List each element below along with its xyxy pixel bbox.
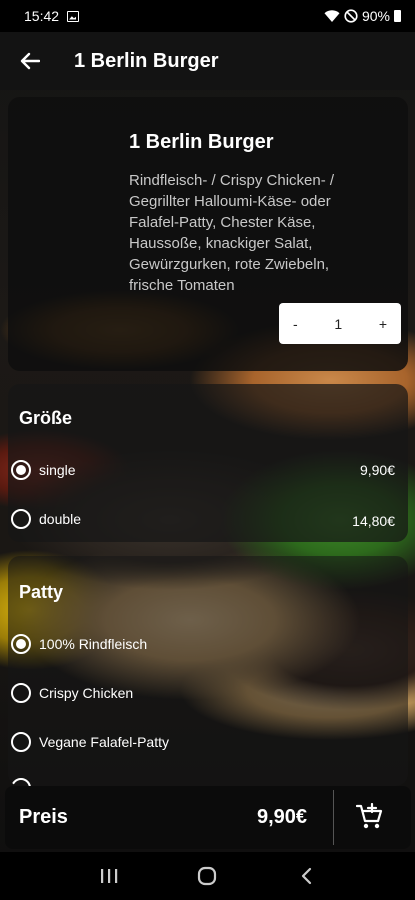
radio-unselected-icon[interactable] [11, 509, 31, 529]
option-label: Vegane Falafel-Patty [39, 734, 169, 750]
size-option-double[interactable]: double 14,80€ [11, 504, 403, 534]
price-label: Preis [19, 806, 68, 828]
price-bar: Preis 9,90€ [5, 786, 411, 849]
recent-apps-icon[interactable] [89, 856, 129, 896]
size-section-title: Größe [19, 408, 73, 428]
app-bar: 1 Berlin Burger [0, 32, 415, 90]
page-title: 1 Berlin Burger [74, 49, 219, 72]
patty-section: Patty 100% Rindfleisch Crispy Chicken Ve… [8, 556, 408, 786]
divider [333, 790, 334, 845]
product-description: Rindfleisch- / Crispy Chicken- / Gegrill… [129, 172, 335, 294]
home-icon[interactable] [187, 856, 227, 896]
arrow-left-icon[interactable] [18, 49, 42, 73]
do-not-disturb-icon [344, 9, 358, 23]
wifi-icon [324, 10, 340, 22]
option-label: Crispy Chicken [39, 685, 134, 701]
quantity-stepper: - 1 + [279, 303, 401, 344]
option-price: 14,80€ [352, 513, 395, 529]
battery-icon [394, 10, 401, 22]
patty-option-beef[interactable]: 100% Rindfleisch [11, 629, 403, 659]
product-title: 1 Berlin Burger [129, 131, 274, 153]
increase-quantity-button[interactable]: + [379, 316, 387, 332]
status-time: 15:42 [24, 8, 60, 24]
radio-unselected-icon[interactable] [11, 732, 31, 752]
radio-selected-icon[interactable] [11, 460, 31, 480]
option-label: single [39, 462, 76, 478]
patty-option-falafel[interactable]: Vegane Falafel-Patty [11, 727, 403, 757]
size-section: Größe single 9,90€ double 14,80€ [8, 384, 408, 542]
gallery-notification-icon [67, 10, 80, 22]
option-price: 9,90€ [359, 462, 395, 478]
option-label: 100% Rindfleisch [39, 636, 148, 652]
patty-section-title: Patty [19, 582, 64, 602]
status-bar: 15:42 90% [0, 0, 415, 32]
radio-unselected-icon[interactable] [11, 778, 31, 786]
size-option-single[interactable]: single 9,90€ [11, 455, 403, 485]
patty-option-next-partial[interactable] [11, 773, 403, 786]
quantity-value: 1 [334, 315, 343, 332]
chevron-left-icon[interactable] [286, 856, 326, 896]
price-value: 9,90€ [257, 806, 308, 828]
add-to-cart-icon[interactable] [356, 803, 384, 831]
decrease-quantity-button[interactable]: - [293, 316, 298, 332]
battery-percent: 90% [361, 8, 390, 24]
patty-option-chicken[interactable]: Crispy Chicken [11, 678, 403, 708]
radio-unselected-icon[interactable] [11, 683, 31, 703]
system-nav-bar [0, 852, 415, 900]
product-card: 1 Berlin Burger Rindfleisch- / Crispy Ch… [8, 97, 408, 371]
option-label: double [39, 511, 82, 527]
radio-selected-icon[interactable] [11, 634, 31, 654]
